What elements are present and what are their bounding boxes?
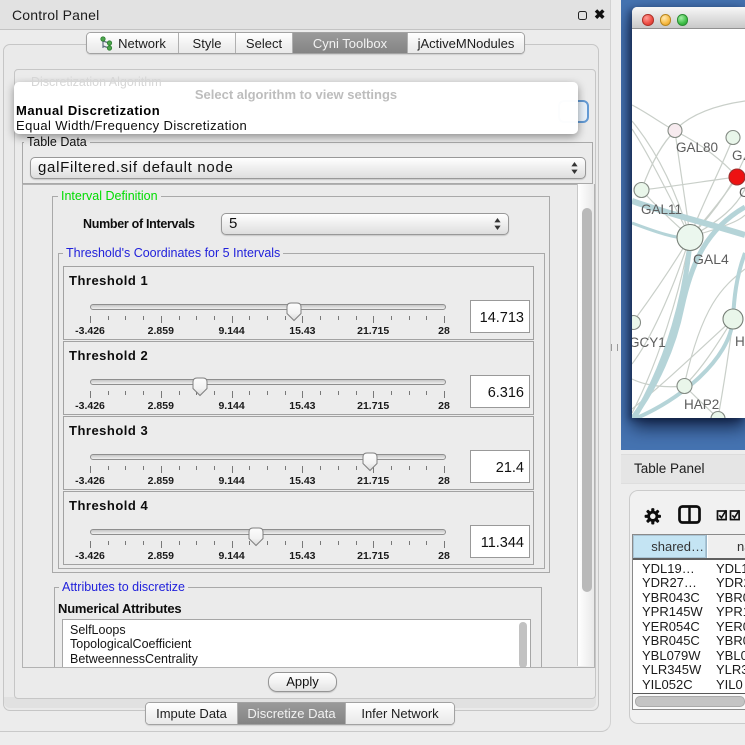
svg-text:C: C bbox=[739, 185, 745, 200]
svg-text:GAL4: GAL4 bbox=[693, 251, 729, 267]
svg-text:G.: G. bbox=[732, 148, 745, 163]
svg-text:GAL80: GAL80 bbox=[676, 140, 718, 155]
svg-text:GAL11: GAL11 bbox=[641, 202, 682, 217]
svg-text:GCY1: GCY1 bbox=[632, 335, 666, 350]
svg-text:HAP2: HAP2 bbox=[684, 397, 719, 412]
svg-text:HI: HI bbox=[735, 334, 745, 349]
